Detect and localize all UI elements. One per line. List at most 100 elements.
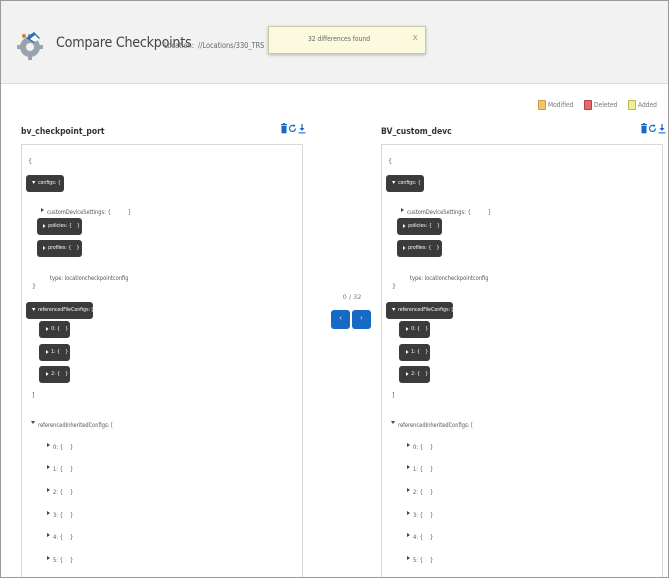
node-type: type: locationcheckpointconfig [50,265,142,284]
caret-right-icon [406,371,409,376]
node-label: profiles: { [48,245,72,251]
node-customDeviceSettings[interactable]: customDeviceSettings: {} [401,199,492,218]
node-close: } [425,326,429,332]
node-inh-2[interactable]: 2: {} [47,479,73,498]
node-label: 2: { [411,371,421,377]
trash-icon[interactable] [640,123,648,134]
node-ref-0[interactable]: 0: {} [39,321,70,338]
legend-added: Added [637,101,657,109]
node-close: } [429,489,433,496]
caret-right-icon [407,555,410,560]
node-policies[interactable]: policies: {} [397,218,442,235]
refresh-icon[interactable] [289,123,297,134]
node-referencedFileConfigs[interactable]: referencedFileConfigs: [ [26,302,93,319]
caret-right-icon [43,223,46,228]
right-json-tree[interactable]: { configs: { customDeviceSettings: {} po… [381,144,663,577]
ref-close-bracket: ] [32,391,35,399]
node-inh-3[interactable]: 3: {} [47,502,73,521]
right-panel-title: BV_custom_devc [381,127,452,137]
chevron-right-icon: › [360,314,363,322]
node-ref-1[interactable]: 1: {} [39,344,70,361]
node-label: 1: { [411,349,421,355]
added-swatch [627,100,636,110]
node-inh-0[interactable]: 0: {} [407,434,433,453]
caret-down-icon [392,308,396,311]
node-customDeviceSettings[interactable]: customDeviceSettings: {} [41,199,132,218]
prev-diff-button[interactable]: ‹ [331,310,350,329]
caret-right-icon [47,532,50,537]
node-close: } [429,557,433,564]
node-close: } [429,534,433,541]
node-ref-0[interactable]: 0: {} [399,321,430,338]
node-label: 3: { [53,512,63,519]
node-inh-4[interactable]: 4: {} [407,524,433,543]
caret-right-icon [403,223,406,228]
node-close: } [425,371,429,377]
node-configs[interactable]: configs: { [386,175,424,192]
node-configs[interactable]: configs: { [26,175,64,192]
caret-right-icon [407,442,410,447]
node-close: } [69,534,73,541]
node-profiles[interactable]: profiles: {} [37,240,82,257]
node-value: type: locationcheckpointconfig [50,275,129,282]
caret-right-icon [46,349,49,354]
node-close: } [429,466,433,473]
node-referencedFileConfigs[interactable]: referencedFileConfigs: [ [386,302,453,319]
node-close: } [425,349,429,355]
trash-icon[interactable] [280,123,288,134]
refresh-icon[interactable] [649,123,657,134]
node-referencedInheritedConfigs[interactable]: referencedInheritedConfigs: [ [391,412,486,431]
next-diff-button[interactable]: › [352,310,371,329]
node-inh-4[interactable]: 4: {} [47,524,73,543]
node-type: type: locationcheckpointconfig [410,265,502,284]
caret-right-icon [407,464,410,469]
diff-counter: 0 / 32 [342,293,362,301]
node-inh-1[interactable]: 1: {} [47,456,73,475]
toast-close-button[interactable]: x [413,33,418,43]
node-inh-6[interactable]: 6: {} [407,569,433,577]
caret-right-icon [43,245,46,250]
node-label: 4: { [413,534,423,541]
node-label: 4: { [53,534,63,541]
node-close: } [65,371,69,377]
node-label: 5: { [53,557,63,564]
download-icon[interactable] [298,123,306,134]
node-inh-5[interactable]: 5: {} [407,547,433,566]
configs-close-brace: } [392,282,397,290]
root-open-brace: { [28,157,33,165]
caret-right-icon [46,371,49,376]
node-ref-2[interactable]: 2: {} [399,366,430,383]
caret-down-icon [391,421,395,424]
node-inh-3[interactable]: 3: {} [407,502,433,521]
node-inh-0[interactable]: 0: {} [47,434,73,453]
legend-modified: Modified [547,101,574,109]
node-inh-1[interactable]: 1: {} [407,456,433,475]
node-inh-5[interactable]: 5: {} [47,547,73,566]
node-label: referencedInheritedConfigs: [ [38,422,113,429]
node-label: customDeviceSettings: { [407,209,471,216]
node-label: 0: { [53,444,63,451]
node-ref-2[interactable]: 2: {} [39,366,70,383]
node-close: } [436,223,440,229]
node-label: profiles: { [408,245,432,251]
node-close: } [436,245,440,251]
node-close: } [69,466,73,473]
node-close: } [69,489,73,496]
node-policies[interactable]: policies: {} [37,218,82,235]
node-referencedInheritedConfigs[interactable]: referencedInheritedConfigs: [ [31,412,126,431]
download-icon[interactable] [658,123,666,134]
node-ref-1[interactable]: 1: {} [399,344,430,361]
left-json-tree[interactable]: { configs: { customDeviceSettings: {} po… [21,144,303,577]
node-inh-2[interactable]: 2: {} [407,479,433,498]
node-label: referencedFileConfigs: [ [397,307,454,313]
node-close: } [76,223,80,229]
node-label: policies: { [408,223,432,229]
caret-down-icon [31,421,35,424]
caret-right-icon [47,464,50,469]
deleted-swatch [584,100,592,110]
node-inh-6[interactable]: 6: {} [47,569,73,577]
node-profiles[interactable]: profiles: {} [397,240,442,257]
caret-right-icon [47,487,50,492]
node-close: } [69,512,73,519]
node-label: policies: { [48,223,72,229]
